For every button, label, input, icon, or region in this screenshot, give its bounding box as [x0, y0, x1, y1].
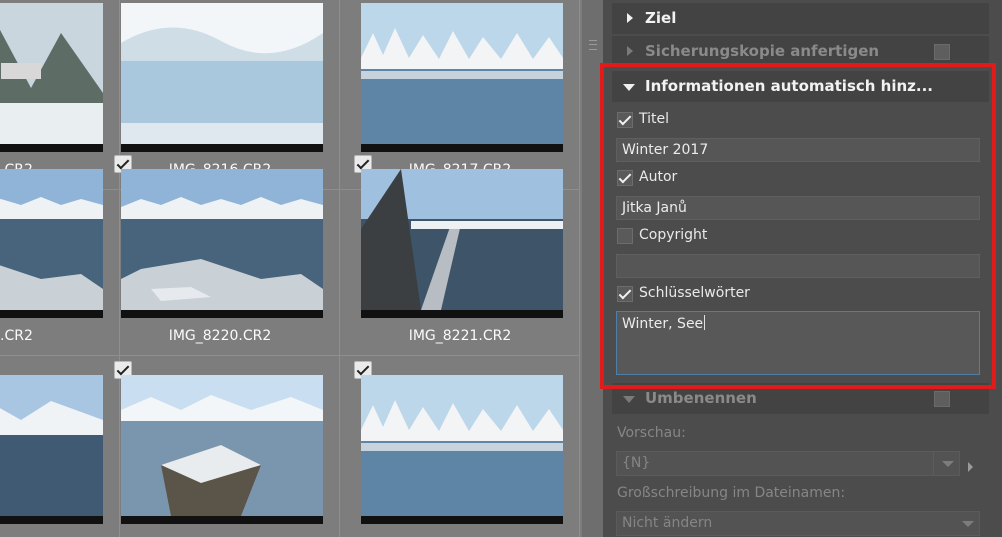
- case-label: Großschreibung im Dateinamen:: [617, 485, 846, 501]
- keywords-text: Winter, See: [622, 316, 704, 332]
- chevron-down-icon: [962, 521, 974, 527]
- thumbnail-filename: IMG_8220.CR2: [168, 328, 272, 344]
- title-input[interactable]: Winter 2017: [616, 138, 980, 162]
- rename-toggle-checkbox[interactable]: [934, 391, 950, 407]
- keywords-checkbox-label: Schlüsselwörter: [639, 285, 750, 301]
- thumbnail-image[interactable]: [121, 169, 323, 318]
- preview-combo[interactable]: {N}: [616, 451, 960, 476]
- expand-triangle-icon: [627, 13, 633, 23]
- chevron-right-icon[interactable]: [968, 462, 973, 472]
- thumbnail-image[interactable]: [361, 375, 563, 524]
- preview-value: {N}: [622, 455, 651, 471]
- title-checkbox-label: Titel: [639, 111, 670, 127]
- section-backup[interactable]: Sicherungskopie anfertigen: [612, 36, 989, 67]
- chevron-down-icon[interactable]: [942, 461, 954, 467]
- checkmark-icon: [617, 170, 633, 186]
- thumbnail-image[interactable]: [0, 3, 103, 152]
- thumbnail-image[interactable]: [361, 169, 563, 318]
- thumbnail-image[interactable]: [0, 375, 103, 524]
- checkmark-icon: [617, 112, 633, 128]
- thumbnail-filename: IMG_8221.CR2: [408, 328, 512, 344]
- section-backup-label: Sicherungskopie anfertigen: [645, 42, 880, 60]
- checkmark-icon: [617, 286, 633, 302]
- combo-separator: [933, 452, 934, 475]
- resize-grip-icon[interactable]: [589, 40, 597, 50]
- preview-label: Vorschau:: [617, 425, 686, 441]
- section-ziel-label: Ziel: [645, 9, 677, 27]
- section-ziel[interactable]: Ziel: [612, 3, 989, 34]
- thumbnail-image[interactable]: [121, 375, 323, 524]
- text-caret: [704, 315, 706, 330]
- copyright-input[interactable]: [616, 254, 980, 278]
- collapse-triangle-icon: [623, 84, 635, 91]
- case-combo[interactable]: Nicht ändern: [616, 511, 980, 536]
- thumbnail-image[interactable]: [361, 3, 563, 152]
- thumbnail-image[interactable]: [0, 169, 103, 318]
- grid-scrollbar[interactable]: [582, 0, 603, 537]
- thumbnail-cell[interactable]: [340, 356, 580, 537]
- import-settings-panel: Ziel Sicherungskopie anfertigen Informat…: [603, 0, 1002, 537]
- backup-toggle-checkbox[interactable]: [934, 44, 950, 60]
- case-value: Nicht ändern: [622, 515, 713, 531]
- checkbox-empty-icon: [617, 228, 633, 244]
- thumbnail-cell[interactable]: [100, 356, 340, 537]
- author-input[interactable]: Jitka Janů: [616, 196, 980, 220]
- thumbnail-cell[interactable]: IMG_8220.CR2: [100, 150, 340, 356]
- section-rename[interactable]: Umbenennen: [612, 383, 989, 414]
- thumbnail-grid: .CR2IMG_8216.CR2IMG_8217.CR2.CR2IMG_8220…: [0, 0, 582, 537]
- author-checkbox-label: Autor: [639, 169, 678, 185]
- collapse-triangle-icon: [623, 396, 635, 403]
- section-rename-label: Umbenennen: [645, 389, 757, 407]
- thumbnail-image[interactable]: [121, 3, 323, 152]
- keywords-textarea[interactable]: Winter, See: [616, 311, 980, 375]
- copyright-checkbox-label: Copyright: [639, 227, 708, 243]
- thumbnail-cell[interactable]: IMG_8221.CR2: [340, 150, 580, 356]
- section-info-label: Informationen automatisch hinz...: [645, 77, 933, 95]
- expand-triangle-icon: [627, 46, 633, 56]
- section-info[interactable]: Informationen automatisch hinz...: [612, 71, 989, 102]
